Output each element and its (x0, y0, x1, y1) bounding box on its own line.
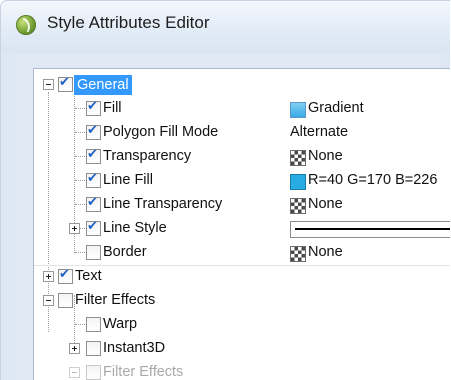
tree-row-fill[interactable]: Fill Gradient (34, 97, 450, 121)
transparency-value[interactable]: None (308, 148, 343, 164)
transparency-label: Transparency (103, 148, 192, 164)
color-swatch-icon[interactable] (290, 174, 306, 190)
general-label[interactable]: General (74, 75, 132, 95)
general-checkbox[interactable] (58, 75, 73, 92)
style-attributes-editor-window: Style Attributes Editor General (0, 0, 450, 380)
filter-effects-nested-label: Filter Effects (103, 364, 184, 380)
tree-row-transparency[interactable]: Transparency None (34, 145, 450, 169)
window-title: Style Attributes Editor (47, 13, 210, 32)
instant3d-label: Instant3D (103, 340, 166, 356)
expand-icon[interactable] (43, 271, 54, 282)
tree-row-line-fill[interactable]: Line Fill R=40 G=170 B=226 (34, 169, 450, 193)
attributes-tree: General Fill Gradient Polygon Fill Mode … (33, 68, 450, 380)
polygon-fill-mode-value[interactable]: Alternate (290, 124, 348, 140)
polygon-fill-mode-label: Polygon Fill Mode (103, 124, 219, 140)
fill-checkbox[interactable] (86, 99, 101, 116)
line-fill-checkbox[interactable] (86, 171, 101, 188)
text-checkbox[interactable] (58, 267, 73, 284)
tree-row-polygon-fill-mode[interactable]: Polygon Fill Mode Alternate (34, 121, 450, 145)
border-value[interactable]: None (308, 244, 343, 260)
line-fill-label: Line Fill (103, 172, 153, 188)
filter-effects-checkbox[interactable] (58, 293, 73, 308)
line-transparency-label: Line Transparency (103, 196, 223, 212)
fill-label: Fill (103, 100, 122, 116)
expand-icon[interactable] (69, 343, 80, 354)
title-bar[interactable]: Style Attributes Editor (1, 1, 450, 53)
collapse-icon[interactable] (43, 79, 54, 90)
tree-row-filter-effects-nested[interactable]: Filter Effects (34, 361, 450, 380)
expand-icon[interactable] (69, 223, 80, 234)
border-checkbox[interactable] (86, 245, 101, 260)
tree-row-line-style[interactable]: Line Style (34, 217, 450, 241)
filter-effects-nested-checkbox[interactable] (86, 365, 101, 380)
none-swatch-icon[interactable] (290, 246, 306, 262)
tree-row-general[interactable]: General (34, 73, 450, 97)
polygon-fill-mode-checkbox[interactable] (86, 123, 101, 140)
tree-row-line-transparency[interactable]: Line Transparency None (34, 193, 450, 217)
warp-label: Warp (103, 316, 138, 332)
none-swatch-icon[interactable] (290, 198, 306, 214)
transparency-checkbox[interactable] (86, 147, 101, 164)
line-style-preview[interactable] (290, 221, 450, 238)
filter-effects-label: Filter Effects (75, 292, 156, 308)
line-transparency-checkbox[interactable] (86, 195, 101, 212)
collapse-icon[interactable] (43, 295, 54, 306)
instant3d-checkbox[interactable] (86, 341, 101, 356)
line-fill-value[interactable]: R=40 G=170 B=226 (308, 172, 437, 188)
tree-row-filter-effects[interactable]: Filter Effects (34, 289, 450, 313)
line-transparency-value[interactable]: None (308, 196, 343, 212)
tree-row-warp[interactable]: Warp (34, 313, 450, 337)
line-style-label: Line Style (103, 220, 167, 236)
gradient-swatch-icon[interactable] (290, 102, 306, 118)
fill-value[interactable]: Gradient (308, 100, 364, 116)
border-label: Border (103, 244, 147, 260)
content-area: General Fill Gradient Polygon Fill Mode … (15, 53, 450, 380)
none-swatch-icon[interactable] (290, 150, 306, 166)
text-label: Text (75, 268, 102, 284)
collapse-icon[interactable] (69, 367, 80, 378)
tree-row-border[interactable]: Border None (34, 241, 450, 265)
app-leaf-icon (16, 15, 36, 35)
tree-row-text[interactable]: Text (34, 265, 450, 289)
tree-row-instant3d[interactable]: Instant3D (34, 337, 450, 361)
warp-checkbox[interactable] (86, 317, 101, 332)
line-style-checkbox[interactable] (86, 219, 101, 236)
